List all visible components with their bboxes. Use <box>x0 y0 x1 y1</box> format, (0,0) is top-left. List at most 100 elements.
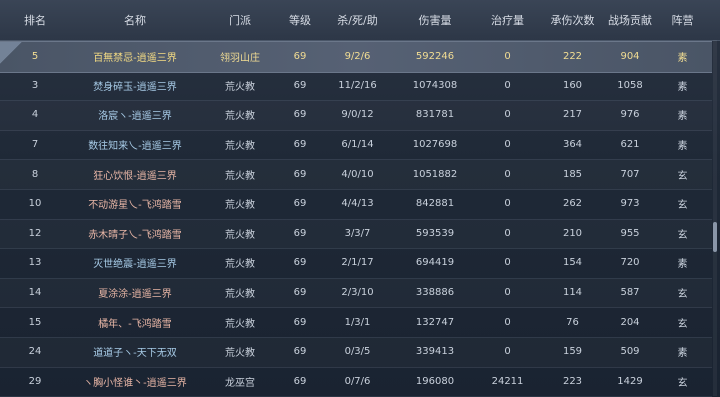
cell-name: 百無禁忌-逍遥三界 <box>93 53 177 65</box>
cell-kda: 6/1/14 <box>341 139 374 151</box>
cell-heal: 0 <box>504 51 511 63</box>
cell-sect: 荒火教 <box>225 200 255 212</box>
header-sect[interactable]: 门派 <box>200 0 280 40</box>
header-damage[interactable]: 伤害量 <box>395 0 475 40</box>
cell-kda: 11/2/16 <box>338 79 377 91</box>
table-row[interactable]: 10 不动游星乀-飞鸿踏雪 荒火教 69 4/4/13 842881 0 262 973 玄 <box>0 189 712 220</box>
cell-camp: 素 <box>677 111 688 123</box>
table-row[interactable]: 14 夏涂涂-逍遥三界 荒火教 69 2/3/10 338886 0 114 587 玄 <box>0 278 712 309</box>
cell-camp: 玄 <box>677 318 688 330</box>
cell-sect: 荒火教 <box>225 259 255 271</box>
cell-contrib: 1058 <box>617 79 643 91</box>
cell-heal: 0 <box>504 316 511 328</box>
cell-heal: 0 <box>504 198 511 210</box>
cell-level: 69 <box>293 198 307 210</box>
cell-camp: 玄 <box>677 200 688 212</box>
cell-hits: 76 <box>566 316 579 328</box>
header-name[interactable]: 名称 <box>70 0 200 40</box>
cell-level: 69 <box>293 375 307 387</box>
header-contrib[interactable]: 战场贡献 <box>605 0 655 40</box>
cell-rank: 14 <box>28 287 42 299</box>
scrollbar-thumb[interactable] <box>713 222 717 252</box>
cell-sect: 荒火教 <box>225 348 255 360</box>
cell-level: 69 <box>293 346 307 358</box>
cell-camp: 玄 <box>677 229 688 241</box>
cell-damage: 338886 <box>415 287 455 299</box>
cell-heal: 24211 <box>491 375 524 387</box>
cell-sect: 龙巫宫 <box>225 377 255 389</box>
table-header: 排名 名称 门派 等级 杀/死/助 伤害量 治疗量 承伤次数 战场贡献 阵营 <box>0 0 720 41</box>
header-kda[interactable]: 杀/死/助 <box>320 0 395 40</box>
cell-camp: 玄 <box>677 170 688 182</box>
cell-rank: 24 <box>28 346 42 358</box>
cell-kda: 4/0/10 <box>341 168 374 180</box>
cell-name: 橘年、-飞鸿踏雪 <box>98 318 172 330</box>
cell-hits: 210 <box>562 227 583 239</box>
cell-hits: 217 <box>562 109 583 121</box>
cell-level: 69 <box>293 109 307 121</box>
table-row[interactable]: 15 橘年、-飞鸿踏雪 荒火教 69 1/3/1 132747 0 76 204 玄 <box>0 307 712 338</box>
cell-level: 69 <box>293 316 307 328</box>
cell-kda: 1/3/1 <box>344 316 371 328</box>
header-heal[interactable]: 治疗量 <box>475 0 540 40</box>
cell-level: 69 <box>293 168 307 180</box>
cell-sect: 荒火教 <box>225 318 255 330</box>
cell-damage: 132747 <box>415 316 455 328</box>
table-row[interactable]: 7 数往知来乀-逍遥三界 荒火教 69 6/1/14 1027698 0 364 621 素 <box>0 130 712 161</box>
table-row[interactable]: 5 百無禁忌-逍遥三界 翎羽山庄 69 9/2/6 592246 0 222 904 素 <box>0 41 712 73</box>
cell-name: 夏涂涂-逍遥三界 <box>98 289 172 301</box>
header-hits[interactable]: 承伤次数 <box>540 0 605 40</box>
cell-level: 69 <box>293 51 307 63</box>
cell-sect: 荒火教 <box>225 141 255 153</box>
cell-rank: 13 <box>28 257 42 269</box>
cell-heal: 0 <box>504 257 511 269</box>
cell-level: 69 <box>293 139 307 151</box>
cell-hits: 262 <box>562 198 583 210</box>
table-row[interactable]: 12 赤木晴子乀-飞鸿踏雪 荒火教 69 3/3/7 593539 0 210 955 玄 <box>0 219 712 250</box>
cell-name: 不动游星乀-飞鸿踏雪 <box>88 200 182 212</box>
cell-heal: 0 <box>504 346 511 358</box>
cell-damage: 1074308 <box>412 79 458 91</box>
cell-sect: 翎羽山庄 <box>220 53 260 65</box>
cell-camp: 素 <box>677 53 688 65</box>
cell-camp: 素 <box>677 348 688 360</box>
cell-kda: 4/4/13 <box>341 198 374 210</box>
cell-sect: 荒火教 <box>225 289 255 301</box>
header-level[interactable]: 等级 <box>280 0 320 40</box>
header-rank[interactable]: 排名 <box>0 0 70 40</box>
cell-camp: 素 <box>677 81 688 93</box>
cell-heal: 0 <box>504 109 511 121</box>
cell-contrib: 955 <box>620 227 640 239</box>
cell-sect: 荒火教 <box>225 229 255 241</box>
cell-hits: 222 <box>562 51 583 63</box>
cell-name: 道道子ヽ-天下无双 <box>93 348 177 360</box>
cell-heal: 0 <box>504 168 511 180</box>
scrollbar-track[interactable] <box>713 40 717 396</box>
cell-rank: 29 <box>28 375 42 387</box>
cell-kda: 9/2/6 <box>344 51 371 63</box>
cell-kda: 2/3/10 <box>341 287 374 299</box>
cell-hits: 159 <box>562 346 583 358</box>
cell-level: 69 <box>293 79 307 91</box>
table-row[interactable]: 29 ヽ胸小怪谁丶-逍遥三界 龙巫宫 69 0/7/6 196080 24211 223 142… <box>0 367 712 397</box>
table-row[interactable]: 8 狂心饮恨-逍遥三界 荒火教 69 4/0/10 1051882 0 185 707 玄 <box>0 159 712 190</box>
cell-rank: 10 <box>28 198 42 210</box>
cell-sect: 荒火教 <box>225 170 255 182</box>
table-row[interactable]: 4 洛宸ヽ-逍遥三界 荒火教 69 9/0/12 831781 0 217 976 素 <box>0 100 712 131</box>
cell-rank: 3 <box>31 79 39 91</box>
table-row[interactable]: 13 灭世绝震-逍遥三界 荒火教 69 2/1/17 694419 0 154 720 素 <box>0 248 712 279</box>
cell-hits: 364 <box>562 139 583 151</box>
cell-damage: 196080 <box>415 375 455 387</box>
cell-name: 灭世绝震-逍遥三界 <box>93 259 177 271</box>
cell-rank: 7 <box>31 139 39 151</box>
cell-level: 69 <box>293 287 307 299</box>
header-camp[interactable]: 阵营 <box>655 0 710 40</box>
cell-heal: 0 <box>504 227 511 239</box>
cell-camp: 玄 <box>677 377 688 389</box>
cell-sect: 荒火教 <box>225 111 255 123</box>
table-row[interactable]: 3 焚身碎玉-逍遥三界 荒火教 69 11/2/16 1074308 0 160 1058 素 <box>0 71 712 102</box>
cell-rank: 5 <box>31 51 39 63</box>
cell-damage: 593539 <box>415 227 455 239</box>
cell-hits: 160 <box>562 79 583 91</box>
table-row[interactable]: 24 道道子ヽ-天下无双 荒火教 69 0/3/5 339413 0 159 509 素 <box>0 337 712 368</box>
